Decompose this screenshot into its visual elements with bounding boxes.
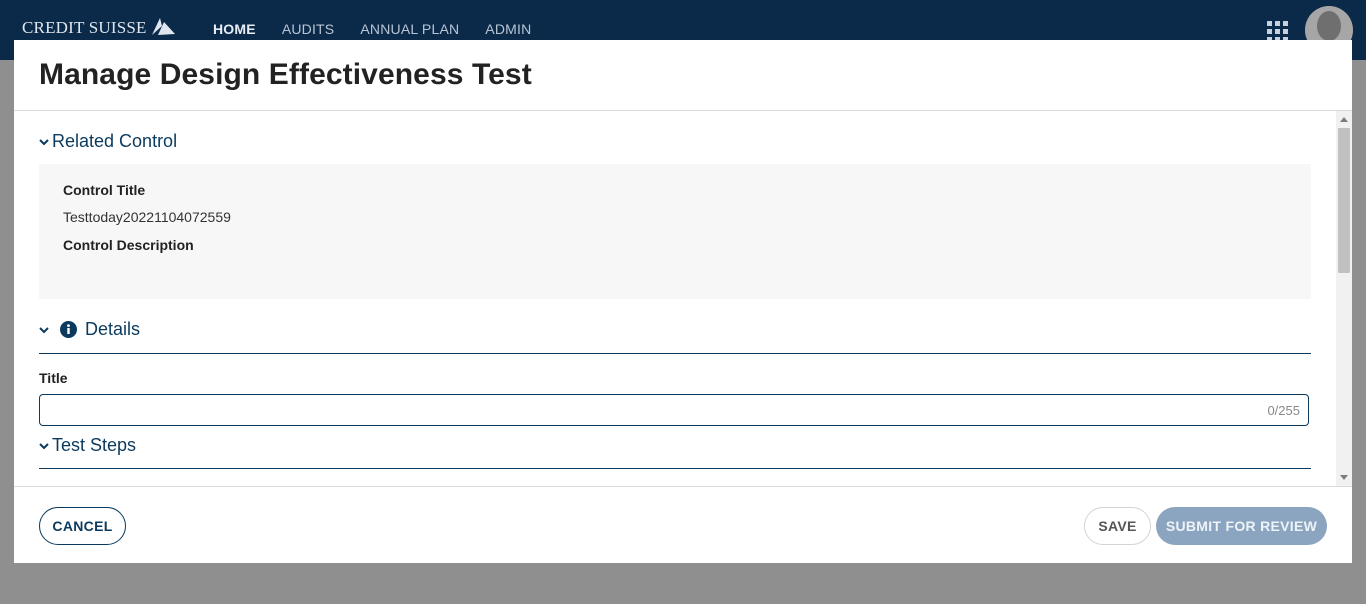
nav-home[interactable]: HOME [213,21,256,37]
apps-grid-icon[interactable] [1267,21,1288,42]
related-control-toggle[interactable]: Related Control [39,131,177,152]
details-section-toggle[interactable]: Details [39,319,140,340]
related-control-heading: Related Control [52,131,178,151]
scroll-down-arrow-icon[interactable] [1340,475,1348,480]
details-divider [39,353,1311,354]
brand-logo[interactable]: CREDIT SUISSE [22,18,176,38]
scroll-up-arrow-icon[interactable] [1340,117,1348,122]
sail-logo-icon [151,18,175,35]
test-steps-divider [39,468,1311,469]
dialog-title: Manage Design Effectiveness Test [39,58,532,91]
submit-for-review-button[interactable]: SUBMIT FOR REVIEW [1156,507,1327,545]
cancel-button[interactable]: CANCEL [39,507,126,545]
nav-audits[interactable]: AUDITS [282,21,335,37]
dialog-footer: CANCEL SAVE SUBMIT FOR REVIEW [14,486,1352,564]
scrollbar-thumb[interactable] [1338,128,1350,273]
dialog-body[interactable]: Related Control Control Title Testtoday2… [14,111,1352,486]
title-char-counter: 0/255 [1267,403,1300,418]
brand-name: CREDIT SUISSE [22,18,147,37]
dialog-scrollbar[interactable] [1336,111,1352,486]
chevron-down-icon [39,138,49,145]
info-icon [60,321,77,338]
control-title-value: Testtoday20221104072559 [63,209,231,225]
chevron-down-icon [39,442,49,449]
nav-annual-plan[interactable]: ANNUAL PLAN [360,21,459,37]
control-title-label: Control Title [63,182,146,198]
related-control-panel: Control Title Testtoday20221104072559 Co… [39,164,1311,299]
details-heading: Details [85,319,141,339]
manage-test-dialog: Manage Design Effectiveness Test Related… [14,40,1352,563]
control-description-label: Control Description [63,237,194,253]
test-steps-heading: Test Steps [52,435,137,455]
chevron-down-icon [39,326,49,333]
main-nav: HOME AUDITS ANNUAL PLAN ADMIN [213,21,557,37]
test-steps-toggle[interactable]: Test Steps [39,435,136,456]
dialog-header: Manage Design Effectiveness Test [14,40,1352,111]
save-button[interactable]: SAVE [1084,507,1151,545]
title-label: Title [39,370,68,386]
title-input[interactable]: 0/255 [39,394,1309,426]
nav-admin[interactable]: ADMIN [485,21,531,37]
